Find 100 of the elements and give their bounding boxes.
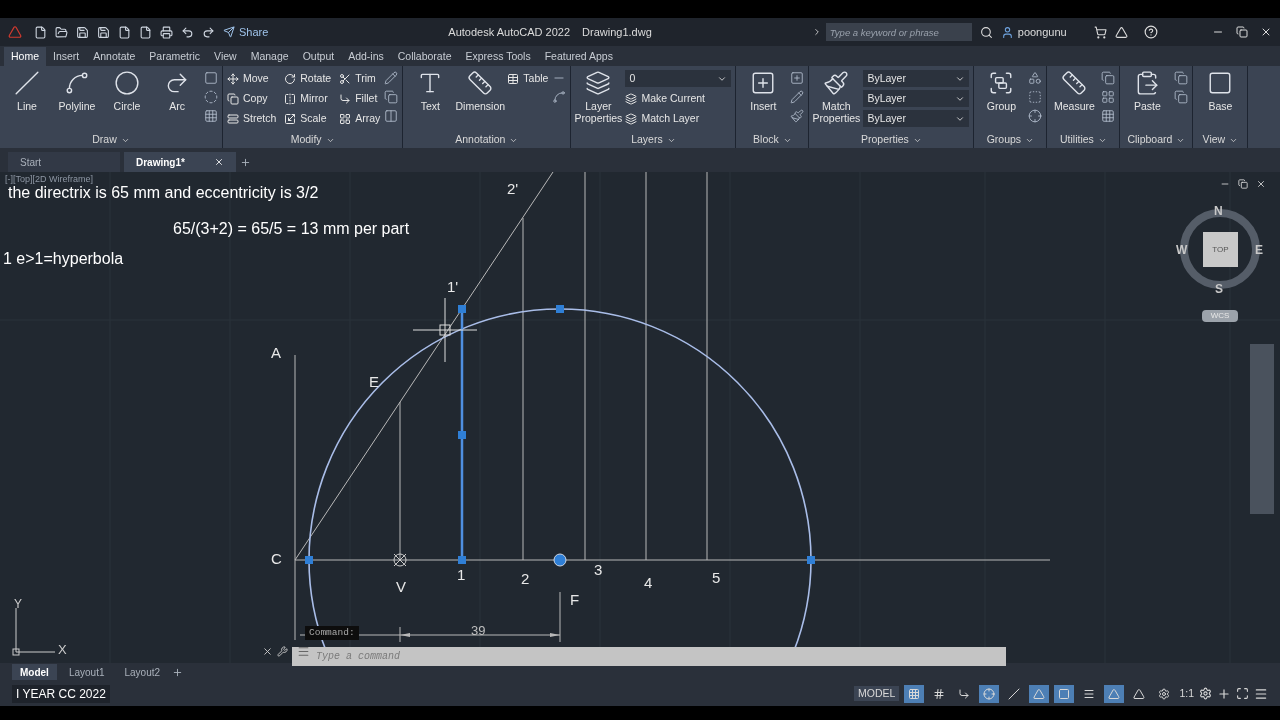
search-field[interactable]: Type a keyword or phrase: [825, 23, 972, 41]
grip-marker[interactable]: [305, 556, 313, 564]
tool-icon[interactable]: [790, 90, 805, 104]
ribbon-tab[interactable]: Insert: [46, 47, 87, 66]
tool-icon[interactable]: [1028, 90, 1043, 104]
property-dropdown[interactable]: ByLayer: [863, 110, 970, 127]
tool-icon[interactable]: [204, 109, 218, 123]
toolbar-icon[interactable]: [139, 25, 152, 39]
tool-icon[interactable]: [790, 71, 805, 85]
toolbar-icon[interactable]: [181, 25, 194, 39]
compass-north[interactable]: N: [1214, 202, 1223, 220]
ribbon-tool-button[interactable]: Dimension: [457, 70, 504, 112]
status-toggle[interactable]: [1029, 684, 1050, 703]
ribbon-tool-button[interactable]: Match Properties: [813, 70, 860, 124]
panel-title[interactable]: Draw: [4, 132, 218, 148]
ribbon-tool-button[interactable]: Layer Properties: [575, 70, 622, 124]
ribbon-tool-button[interactable]: Measure: [1051, 70, 1098, 112]
grip-marker[interactable]: [458, 305, 466, 313]
user-name[interactable]: poongunu: [1017, 23, 1094, 41]
restore-icon[interactable]: [1236, 26, 1248, 38]
compass-west[interactable]: W: [1176, 241, 1188, 259]
layout-tab[interactable]: Layout2: [116, 664, 169, 680]
toolbar-icon[interactable]: [97, 25, 110, 39]
property-dropdown[interactable]: ByLayer: [863, 70, 970, 87]
canvas-background[interactable]: [0, 172, 1280, 663]
tool-icon[interactable]: [384, 71, 399, 85]
compass-south[interactable]: S: [1215, 280, 1223, 298]
ribbon-tool-button[interactable]: Table: [507, 70, 549, 87]
settings-icon[interactable]: [1199, 687, 1212, 700]
close-icon[interactable]: [214, 157, 224, 167]
tool-icon[interactable]: [384, 90, 399, 104]
scroll-bar[interactable]: [1250, 344, 1274, 514]
tool-icon[interactable]: [552, 90, 567, 104]
tool-icon[interactable]: [1101, 71, 1116, 85]
status-toggle[interactable]: [1054, 684, 1075, 703]
close-icon[interactable]: [1256, 179, 1266, 189]
tool-icon[interactable]: [1028, 71, 1043, 85]
ribbon-tab[interactable]: Home: [4, 47, 46, 66]
ribbon-tool-button[interactable]: Group: [978, 70, 1025, 112]
ribbon-tool-button[interactable]: Mirror: [284, 90, 332, 107]
restore-icon[interactable]: [1238, 179, 1248, 189]
toolbar-icon[interactable]: [76, 25, 89, 39]
status-toggle[interactable]: [979, 684, 1000, 703]
panel-title[interactable]: Block: [740, 132, 805, 148]
ribbon-tool-button[interactable]: Text: [407, 70, 454, 112]
grip-marker[interactable]: [458, 556, 466, 564]
user-icon[interactable]: [1000, 25, 1014, 39]
tool-icon[interactable]: [1101, 109, 1116, 123]
cart-icon[interactable]: [1093, 25, 1107, 39]
command-field[interactable]: Type a command: [292, 647, 1006, 666]
grip-marker[interactable]: [556, 305, 564, 313]
panel-title[interactable]: Modify: [227, 132, 399, 148]
ribbon-tab[interactable]: Featured Apps: [537, 47, 620, 66]
ribbon-tool-button[interactable]: Polyline: [54, 70, 100, 112]
viewcube-face[interactable]: TOP: [1203, 232, 1238, 267]
ribbon-tool-button[interactable]: Insert: [740, 70, 787, 112]
ribbon-tool-button[interactable]: Scale: [284, 110, 332, 127]
compass-east[interactable]: E: [1255, 241, 1263, 259]
ribbon-tab[interactable]: View: [207, 47, 244, 66]
viewport-label[interactable]: [-][Top][2D Wireframe]: [5, 173, 94, 187]
tool-icon[interactable]: [1028, 109, 1043, 123]
layout-tab[interactable]: Layout1: [60, 664, 113, 680]
toolbar-icon[interactable]: [55, 25, 68, 39]
new-tab-icon[interactable]: [240, 157, 251, 168]
ribbon-tool-button[interactable]: Array: [339, 110, 381, 127]
help-icon[interactable]: [1143, 25, 1158, 39]
panel-title[interactable]: Annotation: [407, 132, 567, 148]
ribbon-tool-button[interactable]: Paste: [1124, 70, 1171, 112]
ribbon-tool-button[interactable]: Trim: [339, 70, 381, 87]
ribbon-tool-button[interactable]: Arc: [154, 70, 200, 112]
ribbon-tool-button[interactable]: Move: [227, 70, 277, 87]
tool-icon[interactable]: [204, 90, 218, 104]
search-icon[interactable]: [979, 25, 993, 39]
annotation-scale-button[interactable]: 1:1: [1179, 685, 1194, 702]
ribbon-tab[interactable]: Annotate: [86, 47, 143, 66]
ribbon-tool-button[interactable]: Line: [4, 70, 50, 112]
ribbon-tool-button[interactable]: Circle: [104, 70, 150, 112]
file-tab[interactable]: Drawing1*: [124, 152, 236, 172]
status-toggle[interactable]: [904, 684, 925, 703]
panel-title[interactable]: Layers: [575, 132, 732, 148]
toolbar-icon[interactable]: [118, 25, 131, 39]
layout-tab[interactable]: Model: [12, 664, 57, 680]
add-layout-icon[interactable]: [172, 666, 184, 678]
plus-icon[interactable]: [1217, 686, 1231, 701]
model-space-button[interactable]: MODEL: [854, 685, 900, 702]
ribbon-tab[interactable]: Add-ins: [341, 47, 391, 66]
file-tab[interactable]: Start: [8, 152, 120, 172]
close-icon[interactable]: [1260, 26, 1272, 38]
tool-icon[interactable]: [790, 109, 805, 123]
wrench-icon[interactable]: [277, 646, 288, 657]
toolbar-icon[interactable]: [160, 25, 173, 39]
ribbon-tool-button[interactable]: Fillet: [339, 90, 381, 107]
share-button[interactable]: Share: [223, 23, 269, 41]
ribbon-tab[interactable]: Collaborate: [390, 47, 459, 66]
status-toggle[interactable]: [1104, 684, 1125, 703]
ribbon-tab[interactable]: Parametric: [142, 47, 208, 66]
ribbon-tool-button[interactable]: Stretch: [227, 110, 277, 127]
ribbon-tab[interactable]: Manage: [243, 47, 296, 66]
toolbar-icon[interactable]: [202, 25, 215, 39]
tool-icon[interactable]: [204, 71, 218, 85]
